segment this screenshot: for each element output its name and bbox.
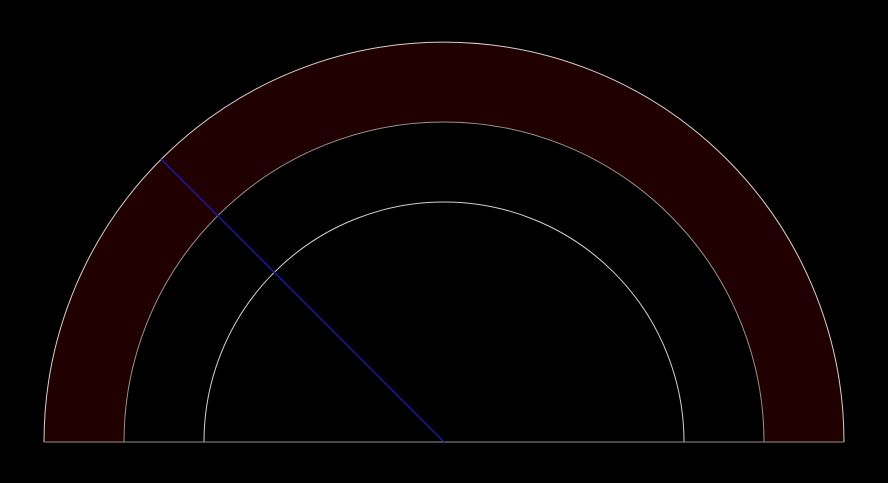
- indicator-needle: [160, 158, 445, 443]
- gauge-band: [44, 42, 844, 443]
- inner-arc: [203, 201, 685, 443]
- semicircle-gauge: [43, 41, 845, 443]
